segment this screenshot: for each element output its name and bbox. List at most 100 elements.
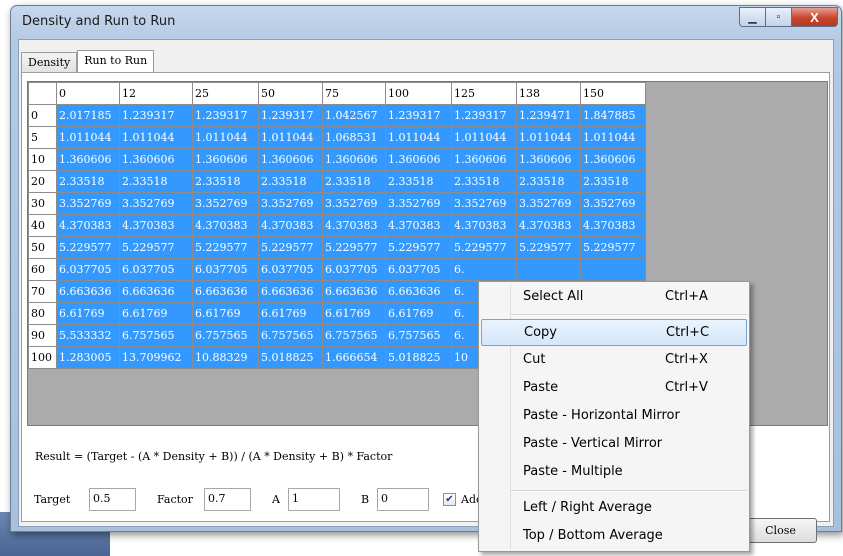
maximize-button[interactable]: ▫ [766,7,792,27]
grid-cell[interactable]: 4.370383 [119,214,193,237]
grid-cell[interactable]: 3.352769 [258,192,323,215]
grid-cell[interactable]: 4.370383 [451,214,517,237]
row-header[interactable]: 50 [28,236,57,259]
grid-cell[interactable]: 6.61769 [119,302,193,325]
grid-cell[interactable]: 5.229577 [119,236,193,259]
column-header[interactable]: 50 [258,82,323,105]
grid-cell[interactable]: 2.017185 [56,104,120,127]
row-header[interactable]: 90 [28,324,57,347]
grid-cell[interactable]: 2.33518 [192,170,259,193]
column-header[interactable]: 138 [516,82,581,105]
grid-cell[interactable]: 4.370383 [258,214,323,237]
row-header[interactable]: 40 [28,214,57,237]
grid-cell[interactable]: 10.88329 [192,346,259,369]
grid-cell[interactable]: 2.33518 [516,170,581,193]
grid-cell[interactable]: 1.847885 [580,104,646,127]
grid-cell[interactable]: 5.533332 [56,324,120,347]
grid-cell[interactable]: 5.229577 [516,236,581,259]
tab-density[interactable]: Density [21,52,78,73]
grid-cell[interactable]: 6.61769 [322,302,386,325]
grid-cell[interactable]: 6.663636 [192,280,259,303]
grid-cell[interactable]: 3.352769 [451,192,517,215]
grid-cell[interactable]: 1.360606 [56,148,120,171]
grid-cell[interactable]: 1.239471 [516,104,581,127]
row-header[interactable]: 60 [28,258,57,281]
grid-cell[interactable]: 4.370383 [516,214,581,237]
grid-cell[interactable] [580,258,646,281]
grid-cell[interactable]: 5.229577 [385,236,452,259]
grid-cell[interactable]: 1.239317 [451,104,517,127]
grid-cell[interactable]: 1.360606 [119,148,193,171]
close-button[interactable]: Close [744,518,817,543]
row-header[interactable]: 70 [28,280,57,303]
grid-cell[interactable]: 1.666654 [322,346,386,369]
grid-cell[interactable]: 1.360606 [258,148,323,171]
minimize-button[interactable]: ▁ [739,7,766,27]
grid-cell[interactable]: 4.370383 [580,214,646,237]
row-header[interactable]: 100 [28,346,57,369]
grid-cell[interactable]: 3.352769 [119,192,193,215]
grid-cell[interactable]: 4.370383 [56,214,120,237]
column-header[interactable]: 150 [580,82,646,105]
grid-cell[interactable]: 6.61769 [385,302,452,325]
grid-cell[interactable]: 6.037705 [322,258,386,281]
menu-item-select-all[interactable]: Select All Ctrl+A [481,284,747,311]
grid-cell[interactable]: 4.370383 [192,214,259,237]
title-bar[interactable]: Density and Run to Run ▁ ▫ X [11,6,841,38]
a-input[interactable]: 1 [288,488,340,511]
grid-cell[interactable]: 6.757565 [192,324,259,347]
grid-cell[interactable]: 3.352769 [322,192,386,215]
grid-cell[interactable]: 5.018825 [258,346,323,369]
grid-cell[interactable]: 6.61769 [258,302,323,325]
grid-cell[interactable] [516,258,581,281]
menu-item-copy[interactable]: Copy Ctrl+C [481,319,747,346]
target-input[interactable]: 0.5 [89,488,136,511]
grid-cell[interactable]: 1.042567 [322,104,386,127]
grid-cell[interactable]: 3.352769 [516,192,581,215]
row-header[interactable]: 30 [28,192,57,215]
grid-cell[interactable]: 6.61769 [56,302,120,325]
column-header[interactable]: 12 [119,82,193,105]
column-header[interactable]: 0 [56,82,120,105]
grid-cell[interactable]: 1.360606 [516,148,581,171]
grid-cell[interactable]: 2.33518 [56,170,120,193]
grid-cell[interactable]: 1.239317 [192,104,259,127]
grid-cell[interactable]: 2.33518 [119,170,193,193]
grid-cell[interactable]: 2.33518 [258,170,323,193]
grid-cell[interactable]: 1.011044 [192,126,259,149]
grid-cell[interactable]: 3.352769 [580,192,646,215]
grid-cell[interactable]: 3.352769 [192,192,259,215]
grid-cell[interactable]: 6.037705 [385,258,452,281]
grid-cell[interactable]: 1.011044 [258,126,323,149]
grid-cell[interactable]: 6.663636 [385,280,452,303]
menu-item-left-right-average[interactable]: Left / Right Average [481,495,747,522]
grid-cell[interactable]: 3.352769 [385,192,452,215]
grid-cell[interactable]: 1.360606 [580,148,646,171]
column-header[interactable]: 75 [322,82,386,105]
grid-cell[interactable]: 1.011044 [451,126,517,149]
menu-item-paste-multiple[interactable]: Paste - Multiple [481,459,747,486]
grid-cell[interactable]: 6.037705 [192,258,259,281]
row-header[interactable]: 0 [28,104,57,127]
grid-cell[interactable]: 6.663636 [258,280,323,303]
grid-cell[interactable]: 2.33518 [322,170,386,193]
row-header[interactable]: 10 [28,148,57,171]
grid-cell[interactable]: 5.229577 [258,236,323,259]
grid-cell[interactable]: 5.229577 [192,236,259,259]
grid-cell[interactable]: 6.757565 [258,324,323,347]
grid-cell[interactable]: 6.037705 [56,258,120,281]
grid-cell[interactable]: 1.011044 [119,126,193,149]
menu-item-cut[interactable]: Cut Ctrl+X [481,347,747,374]
menu-item-top-bottom-average[interactable]: Top / Bottom Average [481,523,747,550]
grid-cell[interactable]: 2.33518 [385,170,452,193]
column-header[interactable]: 25 [192,82,259,105]
grid-cell[interactable]: 3.352769 [56,192,120,215]
grid-cell[interactable]: 1.239317 [385,104,452,127]
grid-cell[interactable]: 1.068531 [322,126,386,149]
grid-cell[interactable]: 5.229577 [56,236,120,259]
factor-input[interactable]: 0.7 [204,488,251,511]
grid-cell[interactable]: 2.33518 [580,170,646,193]
menu-item-paste-horizontal-mirror[interactable]: Paste - Horizontal Mirror [481,403,747,430]
b-input[interactable]: 0 [377,488,429,511]
grid-cell[interactable]: 6.037705 [119,258,193,281]
